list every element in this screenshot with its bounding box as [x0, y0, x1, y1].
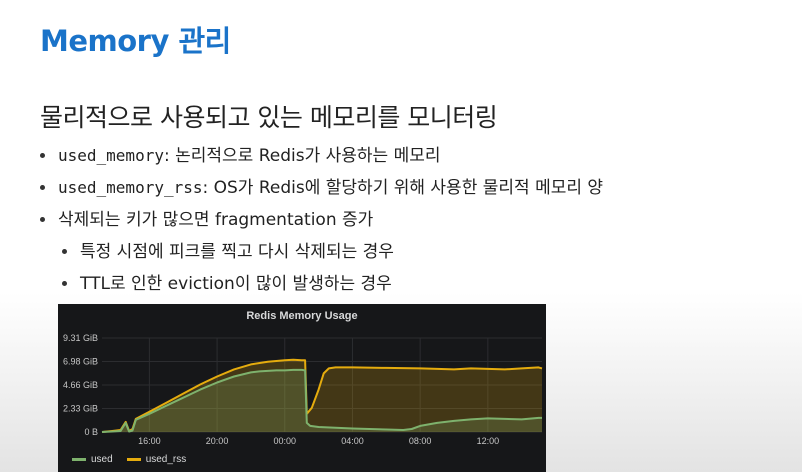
chart-legend: used used_rss	[72, 454, 186, 465]
legend-label-used: used	[91, 454, 113, 465]
legend-swatch-used-rss	[126, 458, 141, 461]
x-tick-label: 00:00	[274, 436, 297, 446]
bullet-dot-icon	[40, 185, 45, 190]
bullet-item: 삭제되는 키가 많으면 fragmentation 증가	[40, 204, 603, 236]
bullet-dot-icon	[40, 153, 45, 158]
y-tick-label: 4.66 GiB	[63, 380, 98, 390]
x-tick-label: 16:00	[138, 436, 161, 446]
chart-panel: 0 B 2.33 GiB 4.66 GiB 6.98 GiB 9.31 GiB 16:00…	[58, 304, 546, 472]
y-tick-label: 0 B	[84, 427, 98, 437]
bullet-code: used_memory	[58, 146, 164, 165]
sub-bullet-item: TTL로 인한 eviction이 많이 발생하는 경우	[40, 268, 603, 300]
bullet-dot-icon	[62, 281, 67, 286]
slide-subtitle: 물리적으로 사용되고 있는 메모리를 모니터링	[40, 103, 498, 132]
x-tick-label: 12:00	[477, 436, 500, 446]
bullet-dot-icon	[62, 249, 67, 254]
legend-label-used-rss: used_rss	[145, 454, 187, 465]
sub-bullet-text: TTL로 인한 eviction이 많이 발생하는 경우	[80, 274, 392, 294]
bullet-item: used_memory_rss: OS가 Redis에 할당하기 위해 사용한 …	[40, 172, 603, 204]
x-tick-label: 08:00	[409, 436, 432, 446]
sub-bullet-text: 특정 시점에 피크를 찍고 다시 삭제되는 경우	[80, 242, 394, 262]
y-tick-label: 6.98 GiB	[63, 357, 98, 367]
y-tick-label: 2.33 GiB	[63, 403, 98, 413]
sub-bullet-item: 특정 시점에 피크를 찍고 다시 삭제되는 경우	[40, 236, 603, 268]
bullet-text: 삭제되는 키가 많으면 fragmentation 증가	[58, 210, 374, 230]
memory-usage-chart: 0 B 2.33 GiB 4.66 GiB 6.98 GiB 9.31 GiB 16:00…	[63, 333, 543, 446]
legend-item-used-rss[interactable]: used_rss	[126, 454, 187, 465]
bullet-item: used_memory: 논리적으로 Redis가 사용하는 메모리	[40, 140, 603, 172]
bullet-code: used_memory_rss	[58, 178, 203, 197]
bullet-text: : OS가 Redis에 할당하기 위해 사용한 물리적 메모리 양	[202, 178, 604, 198]
x-tick-label: 20:00	[206, 436, 229, 446]
chart-title: Redis Memory Usage	[246, 310, 358, 322]
slide-title: Memory 관리	[40, 24, 231, 58]
legend-swatch-used	[72, 458, 86, 461]
bullet-dot-icon	[40, 217, 45, 222]
x-tick-label: 04:00	[341, 436, 364, 446]
legend-item-used[interactable]: used	[72, 454, 113, 465]
bullet-list: used_memory: 논리적으로 Redis가 사용하는 메모리 used_…	[40, 140, 603, 300]
bullet-text: : 논리적으로 Redis가 사용하는 메모리	[163, 146, 441, 166]
y-tick-label: 9.31 GiB	[63, 333, 98, 343]
